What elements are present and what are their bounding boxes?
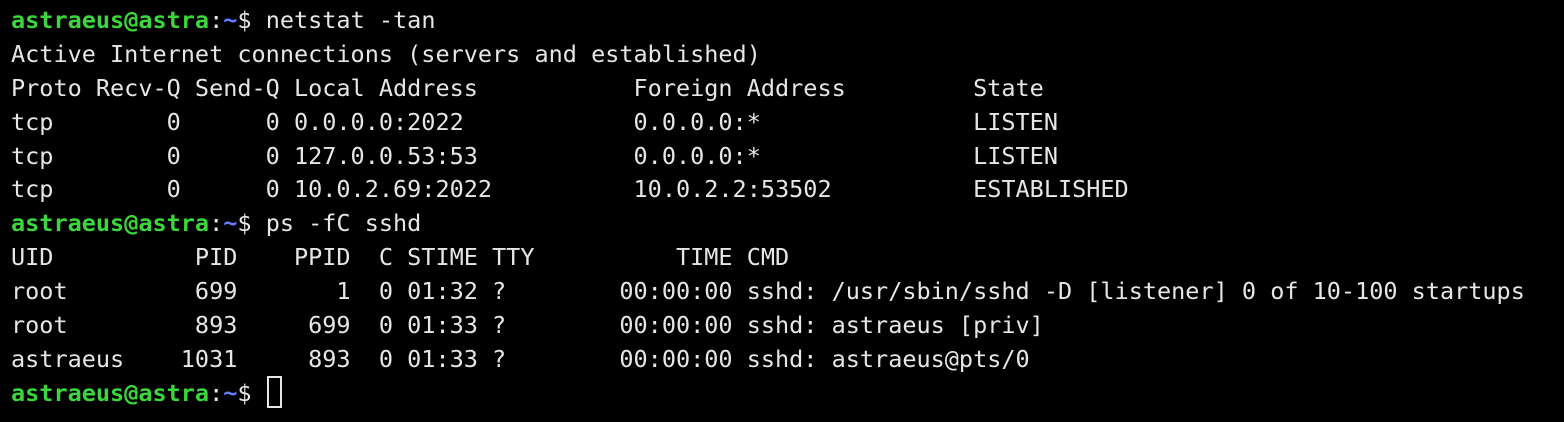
netstat-row: tcp 0 0 0.0.0.0:2022 0.0.0.0:* LISTEN	[11, 107, 1058, 136]
terminal-window[interactable]: astraeus@astra:~$ netstat -tan Active In…	[0, 0, 1564, 422]
active-prompt-line[interactable]: astraeus@astra:~$	[11, 376, 1564, 411]
prompt-path: ~	[223, 209, 238, 238]
prompt-separator: :	[209, 6, 224, 34]
prompt-line: astraeus@astra:~$ netstat -tan	[11, 4, 1564, 38]
prompt-line: astraeus@astra:~$ ps -fC sshd	[11, 207, 1564, 241]
prompt-symbol: $	[237, 6, 266, 34]
prompt-symbol: $	[237, 209, 266, 238]
command-text: ps -fC sshd	[265, 209, 422, 238]
ps-header: UID PID PPID C STIME TTY TIME CMD	[11, 243, 790, 272]
command-text: netstat -tan	[265, 6, 436, 34]
ps-row: astraeus 1031 893 0 01:33 ? 00:00:00 ssh…	[11, 344, 1030, 373]
prompt-path: ~	[223, 6, 238, 34]
prompt-separator: :	[209, 378, 224, 407]
netstat-row: tcp 0 0 127.0.0.53:53 0.0.0.0:* LISTEN	[11, 141, 1058, 170]
prompt-path: ~	[223, 378, 238, 407]
netstat-header: Proto Recv-Q Send-Q Local Address Foreig…	[11, 73, 1044, 102]
prompt-userhost: astraeus@astra	[11, 378, 210, 407]
prompt-separator: :	[209, 209, 224, 238]
prompt-userhost: astraeus@astra	[11, 209, 210, 238]
output-line: Active Internet connections (servers and…	[11, 39, 761, 68]
block-cursor-icon[interactable]	[266, 376, 282, 409]
netstat-row: tcp 0 0 10.0.2.69:2022 10.0.2.2:53502 ES…	[11, 175, 1129, 204]
ps-row: root 893 699 0 01:33 ? 00:00:00 sshd: as…	[11, 311, 1044, 340]
prompt-symbol: $	[237, 378, 266, 407]
prompt-userhost: astraeus@astra	[11, 6, 210, 34]
ps-row: root 699 1 0 01:32 ? 00:00:00 sshd: /usr…	[11, 277, 1525, 306]
